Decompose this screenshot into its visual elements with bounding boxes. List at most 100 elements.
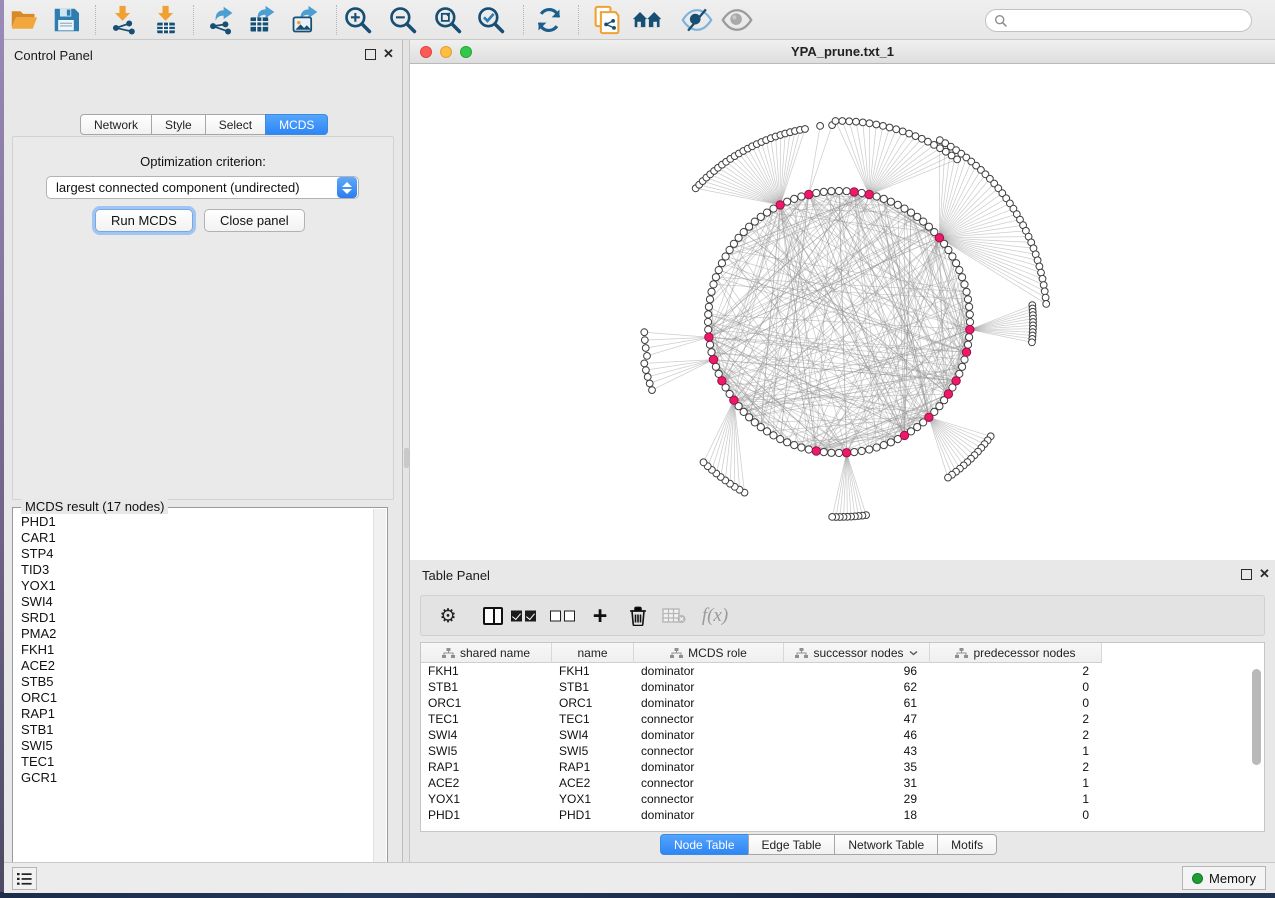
network-window-titlebar[interactable]: YPA_prune.txt_1	[410, 40, 1275, 64]
network-node[interactable]	[906, 130, 913, 137]
open-file-icon[interactable]	[7, 4, 41, 36]
mcds-result-item[interactable]: STB1	[14, 722, 373, 738]
network-node[interactable]	[843, 188, 850, 195]
network-node[interactable]	[1038, 269, 1045, 276]
column-header-predecessor-nodes[interactable]: predecessor nodes	[930, 643, 1102, 663]
network-node[interactable]	[1029, 339, 1036, 346]
network-hub-node[interactable]	[709, 355, 717, 363]
network-node[interactable]	[643, 367, 650, 374]
network-hub-node[interactable]	[842, 449, 850, 457]
network-hub-node[interactable]	[900, 431, 908, 439]
network-node[interactable]	[706, 341, 713, 348]
mcds-result-item[interactable]: STB5	[14, 674, 373, 690]
network-node[interactable]	[791, 442, 798, 449]
tab-select[interactable]: Select	[205, 114, 266, 135]
network-node[interactable]	[966, 334, 973, 341]
column-header-successor-nodes[interactable]: successor nodes	[784, 643, 930, 663]
network-node[interactable]	[784, 439, 791, 446]
network-node[interactable]	[894, 201, 901, 208]
network-hub-node[interactable]	[850, 188, 858, 196]
network-hub-node[interactable]	[966, 325, 974, 333]
column-header-shared-name[interactable]: shared name	[421, 643, 552, 663]
table-row[interactable]: RAP1RAP1dominator352	[421, 759, 1264, 775]
network-node[interactable]	[858, 189, 865, 196]
export-network-icon[interactable]	[204, 4, 238, 36]
network-node[interactable]	[1043, 301, 1050, 308]
function-builder-icon[interactable]: f(x)	[702, 605, 728, 627]
network-node[interactable]	[880, 123, 887, 130]
zoom-out-icon[interactable]	[386, 4, 420, 36]
network-node[interactable]	[880, 442, 887, 449]
network-node[interactable]	[901, 205, 908, 212]
network-node[interactable]	[887, 198, 894, 205]
splitter-handle-icon[interactable]	[404, 448, 409, 468]
network-node[interactable]	[1041, 288, 1048, 295]
run-mcds-button[interactable]: Run MCDS	[95, 209, 193, 232]
network-node[interactable]	[949, 253, 956, 260]
network-node[interactable]	[646, 380, 653, 387]
network-node[interactable]	[858, 447, 865, 454]
table-row[interactable]: PHD1PHD1dominator180	[421, 807, 1264, 823]
network-node[interactable]	[945, 246, 952, 253]
network-node[interactable]	[866, 446, 873, 453]
table-row[interactable]: STB1STB1dominator620	[421, 679, 1264, 695]
network-node[interactable]	[964, 296, 971, 303]
hide-graphics-details-icon[interactable]	[680, 4, 714, 36]
network-node[interactable]	[715, 267, 722, 274]
network-node[interactable]	[828, 449, 835, 456]
select-all-icon[interactable]	[509, 610, 537, 621]
network-node[interactable]	[802, 126, 809, 133]
network-hub-node[interactable]	[935, 234, 943, 242]
network-canvas[interactable]	[410, 64, 1275, 560]
table-row[interactable]: YOX1YOX1connector291	[421, 791, 1264, 807]
network-node[interactable]	[708, 288, 715, 295]
network-node[interactable]	[873, 444, 880, 451]
float-table-panel-icon[interactable]	[1241, 569, 1252, 580]
network-node[interactable]	[914, 213, 921, 220]
network-node[interactable]	[880, 195, 887, 202]
network-node[interactable]	[798, 193, 805, 200]
panel-splitter[interactable]	[403, 40, 410, 862]
zoom-selected-icon[interactable]	[474, 4, 508, 36]
network-node[interactable]	[705, 303, 712, 310]
add-column-icon[interactable]: +	[593, 606, 608, 626]
first-neighbors-icon[interactable]	[631, 4, 665, 36]
network-node[interactable]	[964, 341, 971, 348]
column-header-name[interactable]: name	[552, 643, 634, 663]
network-node[interactable]	[757, 424, 764, 431]
network-node[interactable]	[791, 195, 798, 202]
network-node[interactable]	[710, 281, 717, 288]
mcds-list-scrollbar[interactable]	[373, 509, 386, 877]
network-node[interactable]	[912, 133, 919, 140]
network-hub-node[interactable]	[812, 447, 820, 455]
network-node[interactable]	[704, 318, 711, 325]
network-node[interactable]	[859, 119, 866, 126]
mcds-result-item[interactable]: RAP1	[14, 706, 373, 722]
tab-node-table[interactable]: Node Table	[660, 834, 749, 855]
mcds-result-item[interactable]: SWI4	[14, 594, 373, 610]
network-hub-node[interactable]	[805, 190, 813, 198]
network-node[interactable]	[959, 274, 966, 281]
network-node[interactable]	[866, 120, 873, 127]
criterion-dropdown[interactable]: largest connected component (undirected)	[46, 176, 359, 199]
table-row[interactable]: ORC1ORC1dominator610	[421, 695, 1264, 711]
network-node[interactable]	[853, 118, 860, 125]
memory-button[interactable]: Memory	[1182, 866, 1266, 890]
mcds-result-item[interactable]: STP4	[14, 546, 373, 562]
table-row[interactable]: FKH1FKH1dominator962	[421, 663, 1264, 679]
mcds-result-item[interactable]: ORC1	[14, 690, 373, 706]
column-header-MCDS-role[interactable]: MCDS role	[634, 643, 784, 663]
network-node[interactable]	[835, 187, 842, 194]
network-node[interactable]	[649, 387, 656, 394]
mcds-result-item[interactable]: SWI5	[14, 738, 373, 754]
table-row[interactable]: ACE2ACE2connector311	[421, 775, 1264, 791]
table-settings-icon[interactable]: ⚙	[439, 605, 456, 627]
copy-network-icon[interactable]	[590, 4, 624, 36]
zoom-fit-icon[interactable]	[431, 4, 465, 36]
close-panel-icon[interactable]: ✕	[383, 46, 394, 62]
table-row[interactable]: TEC1TEC1connector472	[421, 711, 1264, 727]
network-node[interactable]	[945, 474, 952, 481]
zoom-in-icon[interactable]	[341, 4, 375, 36]
tab-motifs[interactable]: Motifs	[937, 834, 997, 855]
mcds-result-item[interactable]: TID3	[14, 562, 373, 578]
